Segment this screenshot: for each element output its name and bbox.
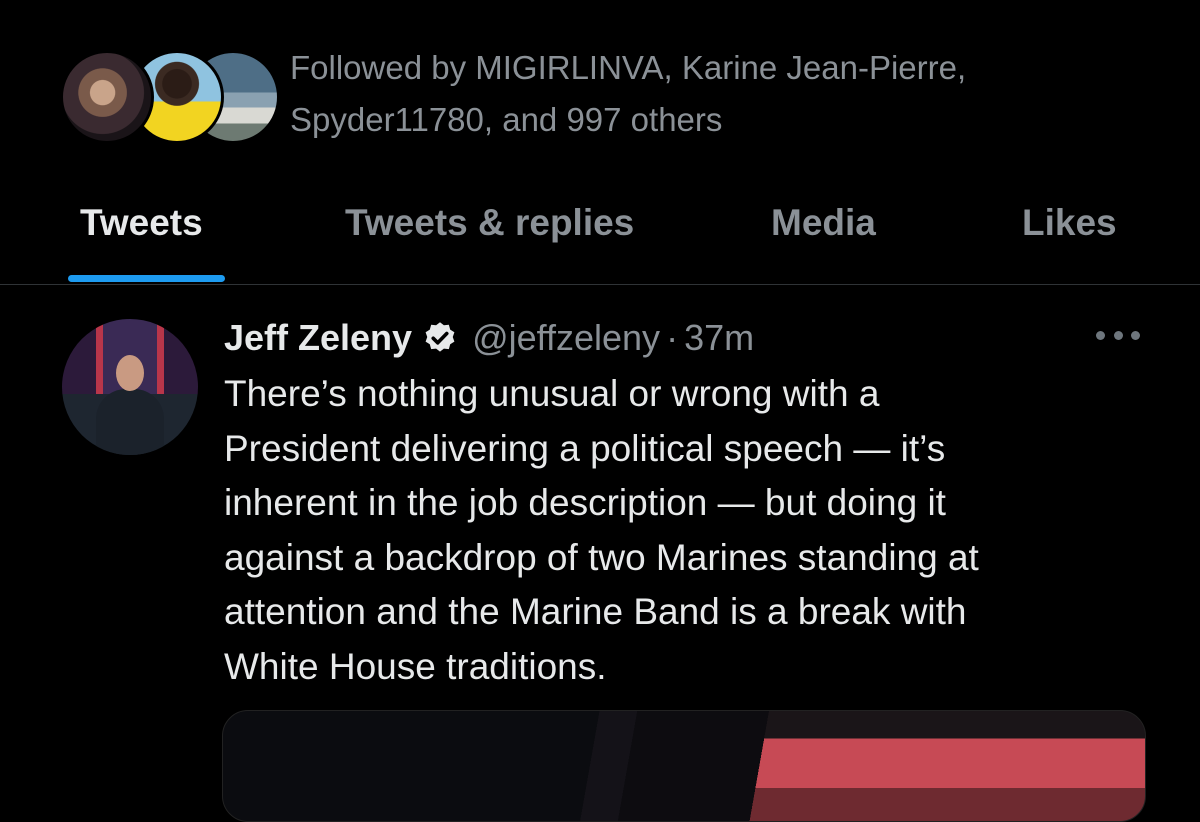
tweet[interactable]: Jeff Zeleny @jeffzeleny · 37m There’s no…	[0, 285, 1200, 822]
tweet-text-line: White House traditions.	[224, 645, 607, 687]
tab-media[interactable]: Media	[771, 190, 876, 284]
tweet-media-image[interactable]	[222, 710, 1146, 822]
followed-by-line-2: Spyder11780, and 997 others	[290, 101, 723, 138]
tweet-text-line: against a backdrop of two Marines standi…	[224, 536, 979, 578]
follower-avatar[interactable]	[60, 50, 154, 144]
profile-tabs: Tweets Tweets & replies Media Likes	[0, 190, 1200, 285]
tweet-text-line: President delivering a political speech …	[224, 427, 946, 469]
tab-tweets-and-replies[interactable]: Tweets & replies	[345, 190, 634, 284]
tweet-header: Jeff Zeleny @jeffzeleny · 37m	[224, 313, 754, 363]
tweet-text-line: There’s nothing unusual or wrong with a	[224, 373, 880, 414]
followers-section: Followed by MIGIRLINVA, Karine Jean-Pier…	[0, 0, 1200, 180]
more-options-icon[interactable]	[1096, 325, 1140, 345]
author-handle[interactable]: @jeffzeleny	[472, 317, 660, 359]
tweet-text-line: attention and the Marine Band is a break…	[224, 591, 967, 632]
followed-by-text[interactable]: Followed by MIGIRLINVA, Karine Jean-Pier…	[290, 42, 1110, 146]
header-separator: ·	[666, 317, 679, 358]
verified-badge-icon	[425, 322, 455, 352]
tab-likes[interactable]: Likes	[1022, 190, 1117, 284]
active-tab-indicator	[68, 275, 225, 282]
tweet-timestamp[interactable]: 37m	[684, 317, 754, 359]
author-name[interactable]: Jeff Zeleny	[224, 317, 412, 359]
followed-by-line-1: Followed by MIGIRLINVA, Karine Jean-Pier…	[290, 49, 967, 86]
tab-tweets[interactable]: Tweets	[80, 190, 203, 284]
tweet-text-line: inherent in the job description — but do…	[224, 482, 946, 523]
author-avatar[interactable]	[62, 319, 198, 455]
tweet-text: There’s nothing unusual or wrong with a …	[224, 367, 1154, 694]
